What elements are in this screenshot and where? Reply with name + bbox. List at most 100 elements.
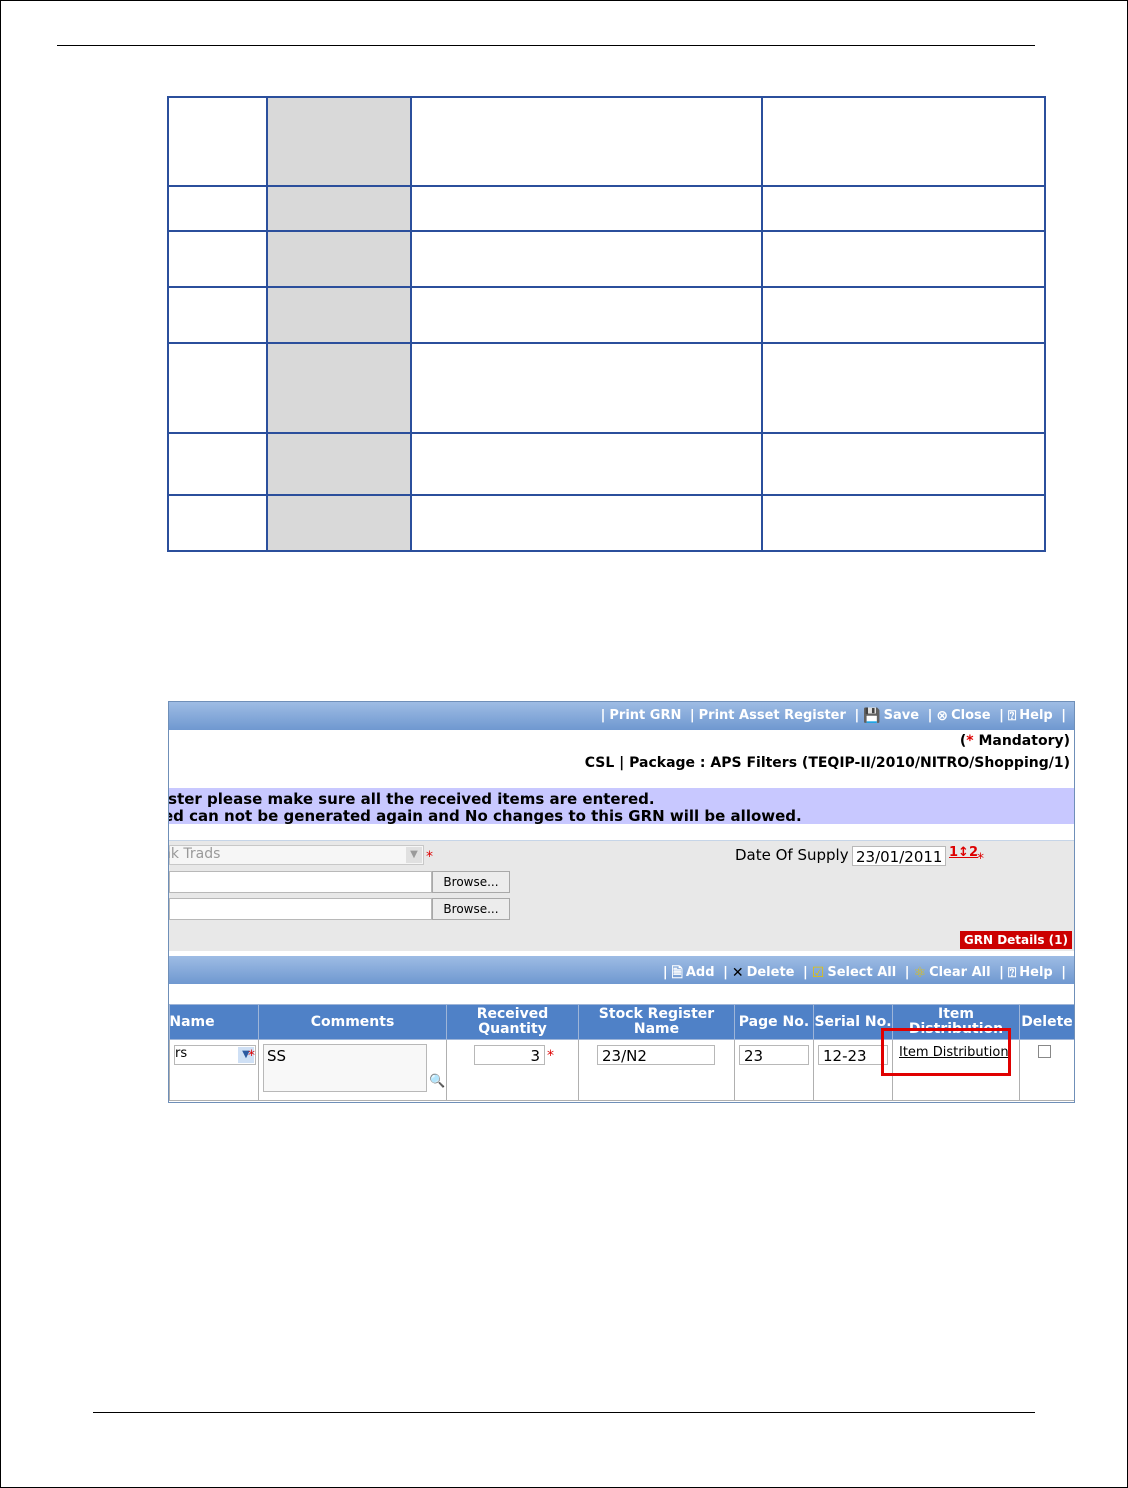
grn-form: nk Trads ▼ * Browse... Browse... Date Of… bbox=[169, 840, 1074, 951]
supplier-value: nk Trads bbox=[169, 846, 221, 862]
table-cell bbox=[266, 286, 412, 344]
broom-icon: ⚛ bbox=[913, 965, 927, 981]
x-icon: ✕ bbox=[731, 965, 744, 981]
print-grn-button[interactable]: Print GRN bbox=[609, 708, 681, 723]
chevron-down-icon: ▼ bbox=[406, 847, 422, 863]
table-cell bbox=[761, 230, 1046, 288]
col-page-no: Page No. bbox=[734, 1004, 814, 1040]
notice-banner: ister please make sure all the received … bbox=[168, 788, 1074, 825]
notice-line-2: ed can not be generated again and No cha… bbox=[168, 807, 802, 825]
required-star: * bbox=[248, 1048, 255, 1064]
cell-delete bbox=[1019, 1039, 1074, 1101]
document-table bbox=[167, 96, 1046, 552]
required-star: * bbox=[547, 1048, 554, 1064]
item-name-select[interactable]: rs ▼ bbox=[174, 1045, 256, 1065]
add-button[interactable]: Add bbox=[686, 965, 715, 980]
magnifier-icon[interactable]: 🔍 bbox=[429, 1074, 445, 1089]
help-icon: ⍰ bbox=[1007, 965, 1017, 981]
notice-line-1: ister please make sure all the received … bbox=[168, 790, 655, 808]
table-cell bbox=[410, 96, 763, 187]
table-row bbox=[167, 494, 1046, 552]
date-of-supply-label: Date Of Supply bbox=[735, 846, 849, 864]
table-cell bbox=[410, 230, 763, 288]
table-row bbox=[167, 185, 1046, 232]
grid-help-button[interactable]: Help bbox=[1019, 965, 1052, 980]
table-row bbox=[167, 230, 1046, 288]
cell-received-quantity: 3 * bbox=[446, 1039, 579, 1101]
top-toolbar: | Print GRN | Print Asset Register | 💾 Save … bbox=[169, 702, 1074, 730]
required-star: * bbox=[426, 849, 433, 865]
supplier-select[interactable]: nk Trads ▼ bbox=[169, 845, 424, 865]
file-input-2[interactable] bbox=[169, 898, 432, 920]
col-delete: Delete bbox=[1019, 1004, 1074, 1040]
clipboard-check-icon: ☑ bbox=[811, 965, 825, 981]
grid-toolbar: | 🗎 Add | ✕ Delete | ☑ Select All | ⚛ Clear All … bbox=[169, 956, 1074, 984]
browse-button-1[interactable]: Browse... bbox=[432, 871, 510, 893]
table-cell bbox=[761, 432, 1046, 496]
table-row bbox=[167, 286, 1046, 344]
new-document-icon: 🗎 bbox=[671, 965, 683, 981]
table-row bbox=[167, 96, 1046, 187]
table-cell bbox=[410, 494, 763, 552]
browse-button-2[interactable]: Browse... bbox=[432, 898, 510, 920]
table-cell bbox=[266, 342, 412, 434]
cell-stock-register: 23/N2 bbox=[578, 1039, 735, 1101]
table-cell bbox=[761, 185, 1046, 232]
table-cell bbox=[410, 342, 763, 434]
cell-page-no: 23 bbox=[734, 1039, 814, 1101]
stock-register-input[interactable]: 23/N2 bbox=[597, 1045, 715, 1065]
package-line: CSL | Package : APS Filters (TEQIP-II/20… bbox=[584, 755, 1070, 771]
delete-button[interactable]: Delete bbox=[747, 965, 795, 980]
col-comments: Comments bbox=[258, 1004, 447, 1040]
table-cell bbox=[266, 96, 412, 187]
col-stock-register-name: Stock Register Name bbox=[578, 1004, 735, 1040]
table-cell bbox=[761, 342, 1046, 434]
comments-textarea[interactable]: SS bbox=[263, 1044, 427, 1092]
table-cell bbox=[761, 494, 1046, 552]
calendar-icon[interactable]: 1↕2 bbox=[949, 845, 978, 860]
col-name: Name bbox=[169, 1004, 259, 1040]
save-button[interactable]: Save bbox=[884, 708, 919, 723]
item-name-value: rs bbox=[175, 1046, 188, 1061]
page-no-input[interactable]: 23 bbox=[739, 1045, 809, 1065]
print-asset-register-button[interactable]: Print Asset Register bbox=[699, 708, 846, 723]
delete-checkbox[interactable] bbox=[1038, 1045, 1051, 1058]
date-of-supply-input[interactable]: 23/01/2011 bbox=[852, 846, 946, 866]
floppy-disk-icon: 💾 bbox=[863, 708, 881, 724]
table-cell bbox=[167, 494, 268, 552]
highlight-box bbox=[881, 1028, 1011, 1076]
table-cell bbox=[266, 230, 412, 288]
clear-all-button[interactable]: Clear All bbox=[929, 965, 991, 980]
table-cell bbox=[167, 185, 268, 232]
table-cell bbox=[167, 230, 268, 288]
table-cell bbox=[167, 432, 268, 496]
serial-no-input[interactable]: 12-23 bbox=[818, 1045, 888, 1065]
mandatory-label: Mandatory) bbox=[978, 733, 1070, 749]
table-cell bbox=[266, 494, 412, 552]
header-rule bbox=[57, 45, 1035, 46]
footer-rule bbox=[93, 1412, 1035, 1413]
table-cell bbox=[167, 96, 268, 187]
col-name-label: Name bbox=[169, 1013, 215, 1030]
table-cell bbox=[167, 342, 268, 434]
file-input-1[interactable] bbox=[169, 871, 432, 893]
table-cell bbox=[266, 432, 412, 496]
grn-details-tab[interactable]: GRN Details (1) bbox=[959, 931, 1072, 949]
help-icon: ⍰ bbox=[1007, 708, 1017, 724]
table-row bbox=[167, 342, 1046, 434]
table-cell bbox=[410, 286, 763, 344]
table-cell bbox=[761, 96, 1046, 187]
select-all-button[interactable]: Select All bbox=[827, 965, 896, 980]
table-cell bbox=[410, 432, 763, 496]
required-star: * bbox=[977, 851, 984, 867]
table-row bbox=[167, 432, 1046, 496]
cell-name: rs ▼ * bbox=[169, 1039, 259, 1101]
close-button[interactable]: Close bbox=[951, 708, 990, 723]
close-circle-icon: ⊗ bbox=[936, 708, 949, 724]
received-quantity-input[interactable]: 3 bbox=[474, 1045, 545, 1065]
mandatory-note: (* Mandatory) bbox=[960, 733, 1070, 749]
table-cell bbox=[266, 185, 412, 232]
help-button[interactable]: Help bbox=[1019, 708, 1052, 723]
table-cell bbox=[410, 185, 763, 232]
table-cell bbox=[761, 286, 1046, 344]
